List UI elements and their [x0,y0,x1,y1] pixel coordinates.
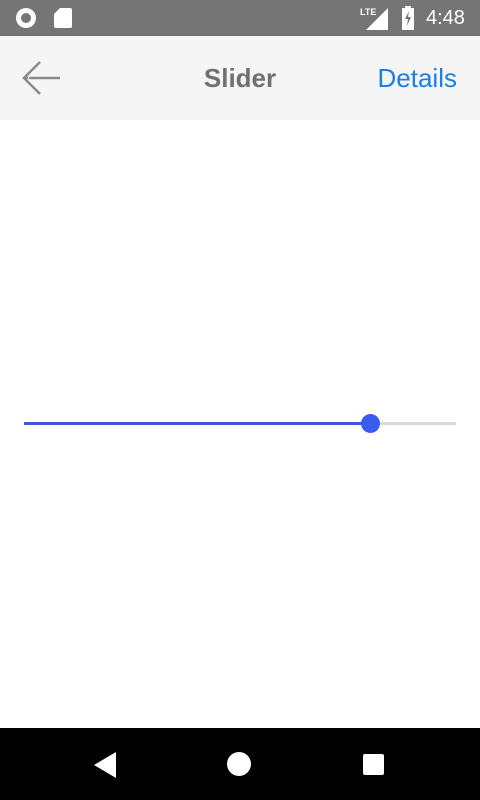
back-arrow-icon[interactable] [20,58,64,98]
nav-home-icon[interactable] [227,752,251,776]
status-time: 4:48 [426,7,465,29]
sd-card-icon [54,8,72,28]
network-type-label: LTE [360,7,376,17]
app-bar: Slider Details [0,36,480,120]
navigation-bar [0,728,480,800]
nav-recents-icon[interactable] [363,754,384,775]
circle-notification-icon [16,8,36,28]
slider-thumb[interactable] [361,414,380,433]
status-bar: LTE 4:48 [0,0,480,36]
content-area [0,120,480,728]
battery-charging-icon [402,6,414,30]
slider[interactable] [24,412,456,436]
lte-signal-icon: LTE [360,7,388,30]
details-link[interactable]: Details [378,36,457,120]
nav-back-icon[interactable] [94,752,118,778]
slider-fill [24,422,370,425]
